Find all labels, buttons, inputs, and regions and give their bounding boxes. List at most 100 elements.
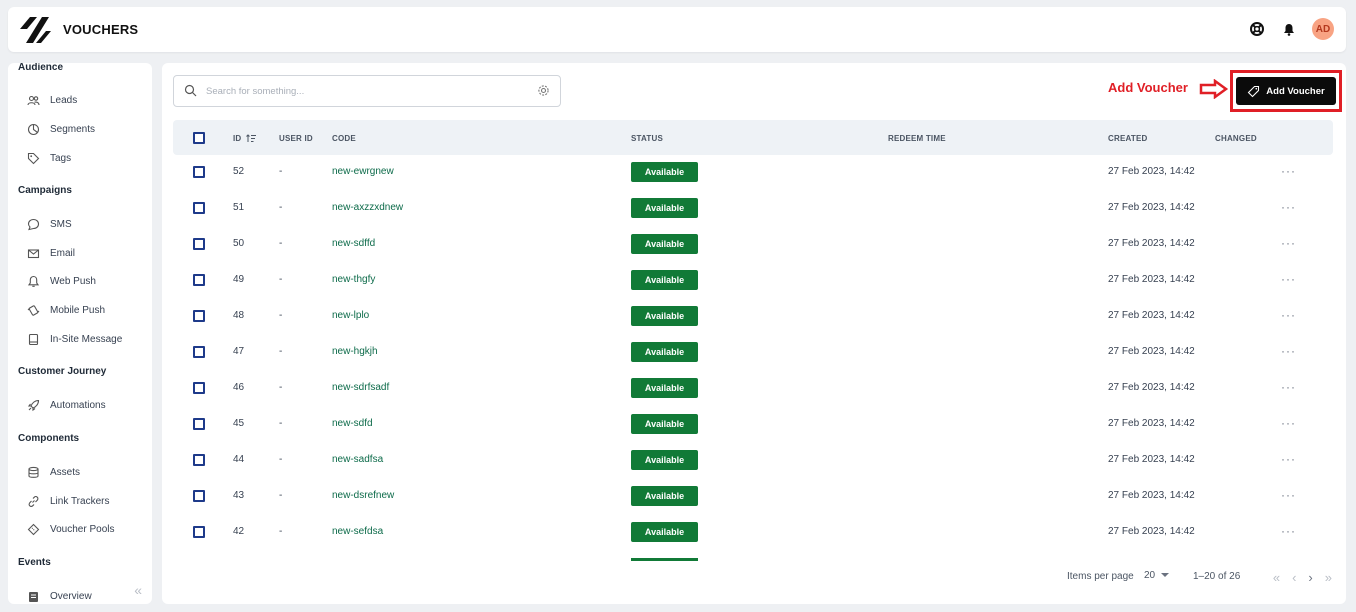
ticket-icon	[27, 523, 40, 535]
sidebar-item-email[interactable]: Email	[27, 245, 75, 261]
row-checkbox[interactable]	[193, 238, 205, 250]
cell-code[interactable]: new-ewrgnew	[332, 166, 394, 177]
avatar[interactable]: AD	[1312, 18, 1334, 40]
sidebar-item-web-push[interactable]: Web Push	[27, 273, 96, 289]
table-row[interactable]: 46 - new-sdrfsadf Available 27 Feb 2023, 14:…	[173, 378, 1333, 414]
table-row[interactable]: 45 - new-sdfd Available 27 Feb 2023, 14:42 ··…	[173, 414, 1333, 450]
cell-user-id: -	[279, 238, 283, 249]
pagination-range: 1–20 of 26	[1193, 571, 1241, 582]
bell-icon[interactable]	[1280, 20, 1298, 38]
row-actions-icon[interactable]: ···	[1281, 416, 1296, 430]
column-header-created[interactable]: CREATED	[1108, 134, 1147, 143]
row-checkbox[interactable]	[193, 454, 205, 466]
status-badge: Available	[631, 378, 698, 398]
table-row[interactable]: 44 - new-sadfsa Available 27 Feb 2023, 14:42…	[173, 450, 1333, 486]
cell-code[interactable]: new-dsrefnew	[332, 490, 394, 501]
column-header-changed[interactable]: CHANGED	[1215, 134, 1257, 143]
cell-code[interactable]: new-thgfy	[332, 274, 375, 285]
sidebar-item-in-site-message[interactable]: In-Site Message	[27, 331, 122, 347]
row-checkbox[interactable]	[193, 526, 205, 538]
search-input[interactable]	[206, 83, 526, 100]
sidebar-item-link-trackers[interactable]: Link Trackers	[27, 493, 109, 509]
table-row[interactable]: 49 - new-thgfy Available 27 Feb 2023, 14:42 ·…	[173, 270, 1333, 306]
cell-id: 49	[233, 274, 245, 285]
cell-code[interactable]: new-lplo	[332, 310, 369, 321]
row-checkbox[interactable]	[193, 418, 205, 430]
row-actions-icon[interactable]: ···	[1281, 200, 1296, 214]
row-actions-icon[interactable]: ···	[1281, 164, 1296, 178]
row-actions-icon[interactable]: ···	[1281, 524, 1296, 538]
add-voucher-button[interactable]: Add Voucher	[1236, 77, 1336, 105]
first-page-icon[interactable]: «	[1273, 570, 1280, 585]
cell-code[interactable]: new-hgkjh	[332, 346, 378, 357]
cell-code[interactable]: new-axzzxdnew	[332, 202, 403, 213]
app-logo-icon[interactable]	[18, 15, 52, 45]
row-checkbox[interactable]	[193, 274, 205, 286]
row-checkbox[interactable]	[193, 166, 205, 178]
status-badge-partial	[631, 558, 698, 561]
items-per-page-select[interactable]: 20	[1144, 570, 1169, 581]
column-header-user-id[interactable]: USER ID	[279, 134, 313, 143]
column-header-status[interactable]: STATUS	[631, 134, 663, 143]
column-header-redeem-time[interactable]: REDEEM TIME	[888, 134, 946, 143]
sidebar-section-customer-journey: Customer Journey	[18, 366, 107, 377]
cell-code[interactable]: new-sdrfsadf	[332, 382, 389, 393]
help-lifebuoy-icon[interactable]	[1248, 20, 1266, 38]
sort-icon[interactable]	[245, 134, 256, 143]
next-page-icon[interactable]: ›	[1308, 570, 1312, 585]
cell-code[interactable]: new-sefdsa	[332, 526, 383, 537]
cell-code[interactable]: new-sdffd	[332, 238, 375, 249]
previous-page-icon[interactable]: ‹	[1292, 570, 1296, 585]
sidebar-item-label: Mobile Push	[50, 304, 106, 316]
sidebar-item-overview[interactable]: Overview	[27, 588, 92, 604]
cell-created: 27 Feb 2023, 14:42	[1108, 274, 1195, 285]
cell-id: 51	[233, 202, 245, 213]
table-row[interactable]: 47 - new-hgkjh Available 27 Feb 2023, 14:42 ·…	[173, 342, 1333, 378]
row-actions-icon[interactable]: ···	[1281, 488, 1296, 502]
row-checkbox[interactable]	[193, 202, 205, 214]
status-badge: Available	[631, 198, 698, 218]
table-row[interactable]: 52 - new-ewrgnew Available 27 Feb 2023, 14:4…	[173, 162, 1333, 198]
row-checkbox[interactable]	[193, 310, 205, 322]
status-badge: Available	[631, 450, 698, 470]
row-actions-icon[interactable]: ···	[1281, 380, 1296, 394]
sidebar-item-label: SMS	[50, 218, 72, 230]
cell-user-id: -	[279, 202, 283, 213]
gear-icon[interactable]	[537, 84, 550, 97]
column-header-id[interactable]: ID	[233, 134, 256, 143]
row-actions-icon[interactable]: ···	[1281, 272, 1296, 286]
sidebar-item-label: Voucher Pools	[50, 523, 115, 535]
sidebar-item-voucher-pools[interactable]: Voucher Pools	[27, 521, 115, 537]
sidebar-item-leads[interactable]: Leads	[27, 92, 77, 108]
collapse-sidebar-icon[interactable]: «	[134, 582, 142, 598]
last-page-icon[interactable]: »	[1325, 570, 1332, 585]
column-header-code[interactable]: CODE	[332, 134, 356, 143]
chevron-down-icon	[1160, 573, 1169, 577]
sidebar-item-sms[interactable]: SMS	[27, 216, 72, 232]
table-row[interactable]: 43 - new-dsrefnew Available 27 Feb 2023, 14:…	[173, 486, 1333, 522]
sidebar-item-segments[interactable]: Segments	[27, 121, 95, 137]
table-row[interactable]: 51 - new-axzzxdnew Available 27 Feb 2023, 14…	[173, 198, 1333, 234]
cell-created: 27 Feb 2023, 14:42	[1108, 418, 1195, 429]
sidebar-item-label: Email	[50, 247, 76, 259]
row-checkbox[interactable]	[193, 490, 205, 502]
row-actions-icon[interactable]: ···	[1281, 236, 1296, 250]
table-row[interactable]: 42 - new-sefdsa Available 27 Feb 2023, 14:42…	[173, 522, 1333, 558]
cell-code[interactable]: new-sadfsa	[332, 454, 383, 465]
row-actions-icon[interactable]: ···	[1281, 308, 1296, 322]
row-checkbox[interactable]	[193, 382, 205, 394]
sidebar-item-mobile-push[interactable]: Mobile Push	[27, 302, 105, 318]
row-actions-icon[interactable]: ···	[1281, 452, 1296, 466]
row-actions-icon[interactable]: ···	[1281, 344, 1296, 358]
select-all-checkbox[interactable]	[193, 132, 205, 144]
sidebar-item-automations[interactable]: Automations	[27, 397, 106, 413]
bell-outline-icon	[27, 275, 40, 287]
cell-created: 27 Feb 2023, 14:42	[1108, 238, 1195, 249]
pager-controls: « ‹ › »	[1273, 570, 1332, 585]
sidebar-item-assets[interactable]: Assets	[27, 464, 80, 480]
table-row[interactable]: 50 - new-sdffd Available 27 Feb 2023, 14:42 ·…	[173, 234, 1333, 270]
row-checkbox[interactable]	[193, 346, 205, 358]
table-row[interactable]: 48 - new-lplo Available 27 Feb 2023, 14:42 ··…	[173, 306, 1333, 342]
sidebar-item-tags[interactable]: Tags	[27, 150, 71, 166]
cell-code[interactable]: new-sdfd	[332, 418, 373, 429]
